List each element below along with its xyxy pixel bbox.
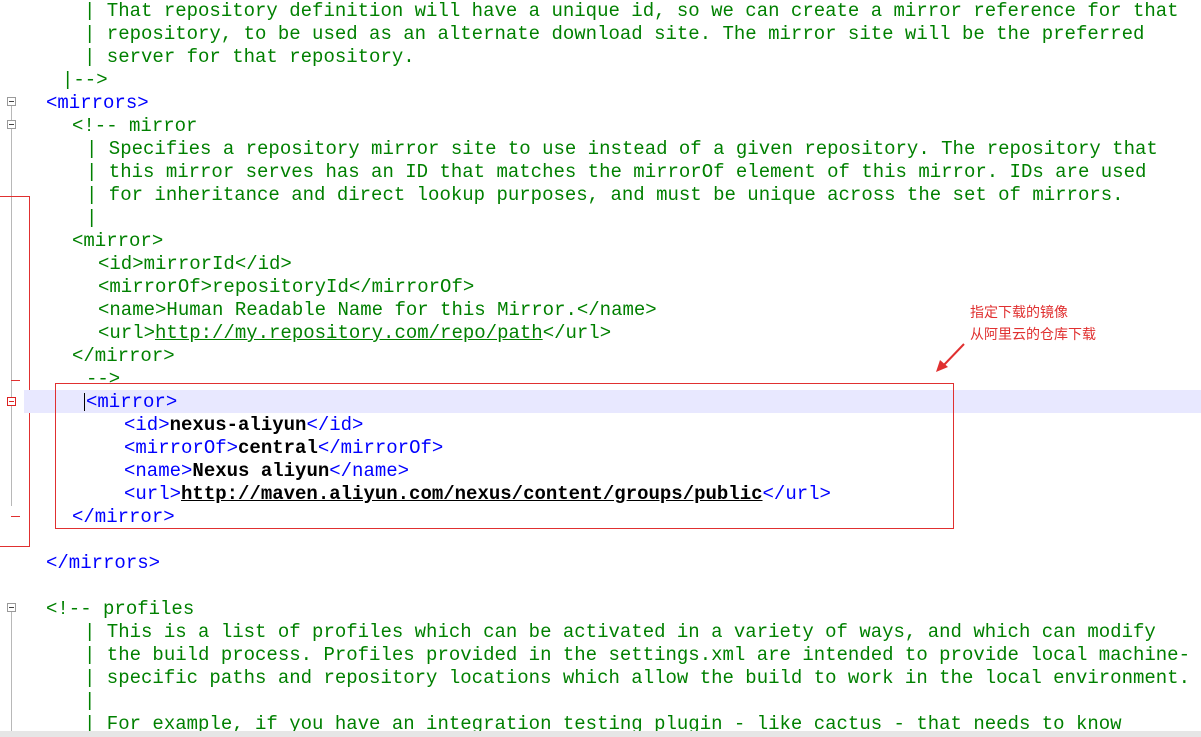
code-token: | Specifies a repository mirror site to …: [86, 138, 1158, 160]
code-token: <id>mirrorId</id>: [98, 253, 292, 275]
horizontal-scrollbar[interactable]: [0, 731, 1201, 737]
annotation-text-2: 从阿里云的仓库下载: [970, 327, 1096, 343]
code-line[interactable]: </mirror>: [72, 345, 175, 368]
change-marker: [11, 516, 20, 517]
code-token: | this mirror serves has an ID that matc…: [86, 161, 1147, 183]
code-token: <mirrorOf>repositoryId</mirrorOf>: [98, 276, 475, 298]
fold-toggle-icon[interactable]: [7, 120, 16, 129]
fold-toggle-icon[interactable]: [7, 397, 16, 406]
code-line[interactable]: |-->: [62, 69, 108, 92]
code-line[interactable]: | for inheritance and direct lookup purp…: [86, 184, 1124, 207]
code-line[interactable]: |: [84, 690, 95, 713]
code-line[interactable]: <mirrorOf>repositoryId</mirrorOf>: [98, 276, 474, 299]
code-token: | the build process. Profiles provided i…: [84, 644, 1190, 666]
code-line[interactable]: <mirrors>: [46, 92, 149, 115]
code-token: <name>Human Readable Name for this Mirro…: [98, 299, 657, 321]
code-token: <url>: [98, 322, 156, 344]
code-line[interactable]: <id>mirrorId</id>: [98, 253, 292, 276]
code-line[interactable]: | specific paths and repository location…: [84, 667, 1190, 690]
code-token: |-->: [62, 69, 108, 91]
code-line[interactable]: | This is a list of profiles which can b…: [84, 621, 1156, 644]
change-marker: [29, 196, 30, 546]
fold-guide: [11, 612, 12, 737]
code-token: |: [86, 207, 98, 229]
code-token: </url>: [542, 322, 612, 344]
code-token: |: [84, 690, 96, 712]
code-line[interactable]: | server for that repository.: [84, 46, 415, 69]
highlight-box: [55, 383, 954, 529]
code-line[interactable]: | this mirror serves has an ID that matc…: [86, 161, 1146, 184]
code-token: | server for that repository.: [84, 46, 415, 68]
code-token: | That repository definition will have a…: [84, 0, 1179, 22]
code-token: </mirror>: [72, 345, 175, 367]
code-line[interactable]: | repository, to be used as an alternate…: [84, 23, 1144, 46]
code-line[interactable]: |: [86, 207, 97, 230]
annotation-text-1: 指定下载的镜像: [970, 305, 1068, 321]
code-token: http://my.repository.com/repo/path: [155, 322, 543, 344]
fold-toggle-icon[interactable]: [7, 97, 16, 106]
code-token: | repository, to be used as an alternate…: [84, 23, 1145, 45]
code-token: <!-- profiles: [46, 598, 195, 620]
change-marker: [0, 546, 30, 547]
code-token: <mirrors>: [46, 92, 149, 114]
code-line[interactable]: <!-- profiles: [46, 598, 194, 621]
code-token: | specific paths and repository location…: [84, 667, 1190, 689]
code-token: </mirrors>: [46, 552, 161, 574]
code-line[interactable]: <name>Human Readable Name for this Mirro…: [98, 299, 657, 322]
code-line[interactable]: | That repository definition will have a…: [84, 0, 1179, 23]
code-line[interactable]: <!-- mirror: [72, 115, 197, 138]
change-marker: [11, 380, 20, 381]
editor-gutter: [0, 0, 24, 737]
code-token: <mirror>: [72, 230, 164, 252]
code-token: | This is a list of profiles which can b…: [84, 621, 1156, 643]
change-marker: [0, 196, 30, 197]
code-line[interactable]: | Specifies a repository mirror site to …: [86, 138, 1158, 161]
code-line[interactable]: <mirror>: [72, 230, 163, 253]
code-line[interactable]: | the build process. Profiles provided i…: [84, 644, 1190, 667]
arrow-icon: [936, 343, 965, 372]
code-token: <!-- mirror: [72, 115, 198, 137]
fold-toggle-icon[interactable]: [7, 603, 16, 612]
code-token: | for inheritance and direct lookup purp…: [86, 184, 1124, 206]
code-line[interactable]: <url>http://my.repository.com/repo/path<…: [98, 322, 611, 345]
code-line[interactable]: </mirrors>: [46, 552, 160, 575]
fold-guide: [11, 106, 12, 506]
